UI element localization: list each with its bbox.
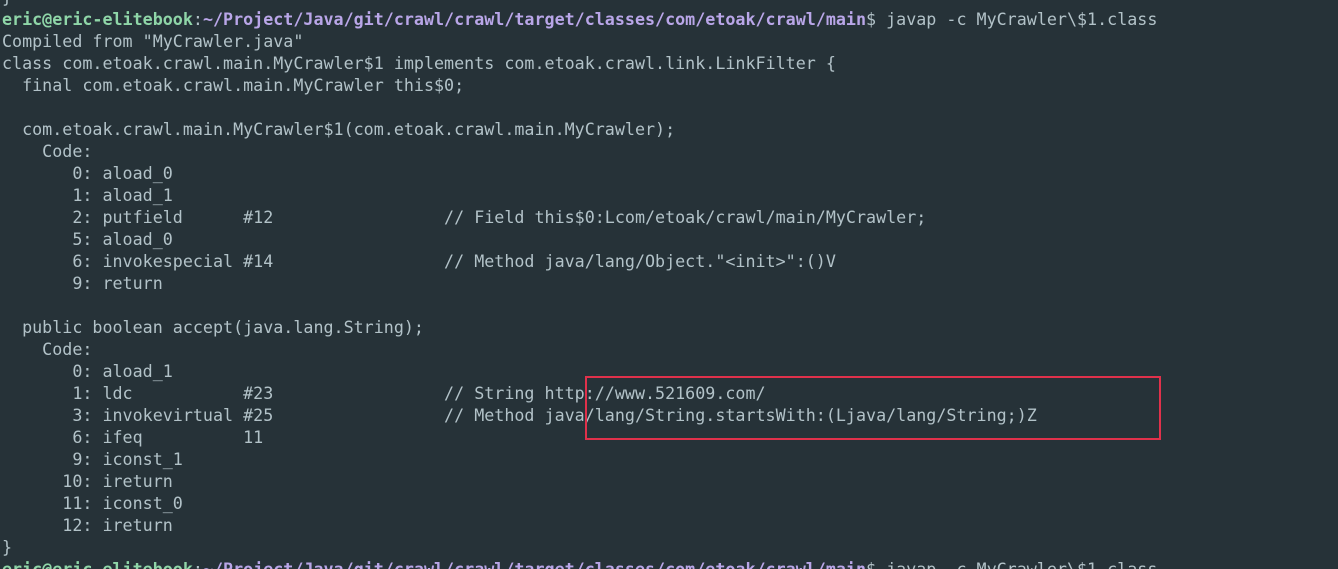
prompt-path: ~/Project/Java/git/crawl/crawl/target/cl… xyxy=(202,559,867,569)
prompt-symbol: $ xyxy=(866,9,877,29)
next-prompt-line: eric@eric-elitebook:~/Project/Java/git/c… xyxy=(2,558,1157,569)
output-line: 9: iconst_1 xyxy=(2,449,183,469)
command-text: javap -c MyCrawler\$1.class xyxy=(876,9,1158,29)
output-line: Code: xyxy=(2,141,93,161)
output-line: com.etoak.crawl.main.MyCrawler$1(com.eto… xyxy=(2,119,676,139)
output-line: final com.etoak.crawl.main.MyCrawler thi… xyxy=(2,75,465,95)
output-line: 0: aload_0 xyxy=(2,163,173,183)
prompt-separator: : xyxy=(192,559,203,569)
output-line: 1: aload_1 xyxy=(2,185,173,205)
output-line: class com.etoak.crawl.main.MyCrawler$1 i… xyxy=(2,53,836,73)
prompt-symbol: $ xyxy=(866,559,877,569)
output-line: Code: xyxy=(2,339,93,359)
output-line: Compiled from "MyCrawler.java" xyxy=(2,31,304,51)
highlight-annotation-box xyxy=(585,376,1161,440)
prompt-path: ~/Project/Java/git/crawl/crawl/target/cl… xyxy=(202,9,867,29)
output-line: } xyxy=(2,537,13,557)
output-line: 5: aload_0 xyxy=(2,229,173,249)
output-line: public boolean accept(java.lang.String); xyxy=(2,317,424,337)
prompt-line: eric@eric-elitebook:~/Project/Java/git/c… xyxy=(2,8,1157,30)
output-line: 6: invokespecial #14 // Method java/lang… xyxy=(2,251,836,271)
prompt-separator: : xyxy=(192,9,203,29)
command-text: javap -c MyCrawler\$1.class xyxy=(876,559,1158,569)
prompt-user-host: eric@eric-elitebook xyxy=(2,9,193,29)
terminal-output: } eric@eric-elitebook:~/Project/Java/git… xyxy=(2,0,1157,569)
prompt-user-host: eric@eric-elitebook xyxy=(2,559,193,569)
output-line: 11: iconst_0 xyxy=(2,493,183,513)
output-line: 2: putfield #12 // Field this$0:Lcom/eto… xyxy=(2,207,927,227)
output-line: 9: return xyxy=(2,273,163,293)
output-line: 12: ireturn xyxy=(2,515,173,535)
terminal-window[interactable]: } eric@eric-elitebook:~/Project/Java/git… xyxy=(0,0,1338,569)
previous-output-line: } xyxy=(2,0,1157,8)
output-line: 10: ireturn xyxy=(2,471,173,491)
